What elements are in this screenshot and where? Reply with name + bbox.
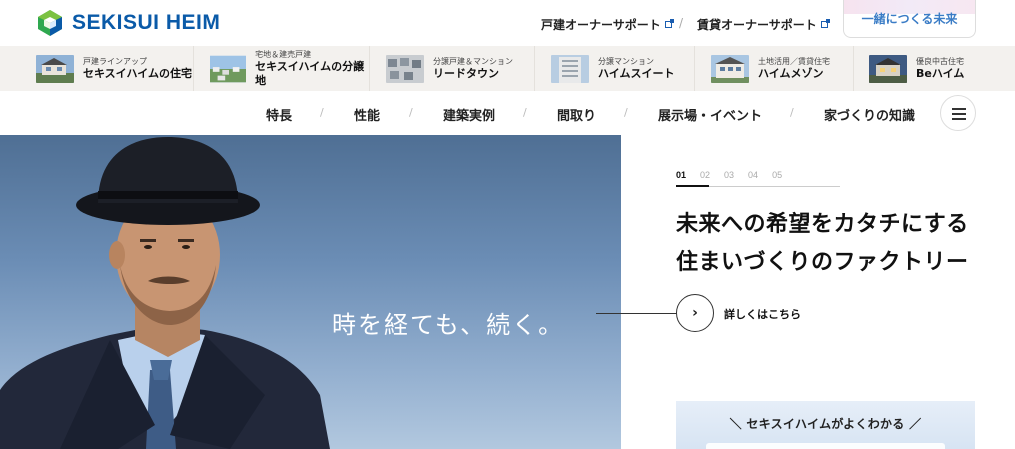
pager-progress-fill bbox=[676, 185, 709, 187]
nav-showroom-events[interactable]: 展示場・イベント bbox=[658, 105, 762, 124]
pager-item[interactable]: 01 bbox=[676, 170, 686, 180]
external-link-icon bbox=[664, 19, 674, 28]
menu-icon bbox=[952, 113, 966, 115]
product-line-sub: 分譲マンション bbox=[598, 56, 654, 66]
product-line-sub: 優良中古住宅 bbox=[916, 56, 964, 66]
used-house-thumbnail-icon bbox=[869, 54, 907, 83]
product-line-strip: 戸建ラインアップ セキスイハイムの住宅 宅地＆建売戸建 セキスイハイムの分譲地 … bbox=[0, 46, 1015, 91]
hero-copy-text: 時を経ても、続く。 bbox=[332, 311, 565, 339]
separator: / bbox=[523, 106, 527, 119]
separator: / bbox=[624, 106, 628, 119]
product-line-title: Beハイム bbox=[916, 66, 965, 80]
rental-support-link[interactable]: 賃貸オーナーサポート bbox=[697, 16, 830, 33]
hero-headline: 未来への希望をカタチにする 住まいづくりのファクトリー bbox=[676, 206, 969, 282]
product-line-title: リードタウン bbox=[433, 66, 499, 80]
menu-icon bbox=[952, 118, 966, 120]
cta-connector-line bbox=[596, 313, 678, 314]
cta-arrow-button[interactable]: › bbox=[676, 294, 714, 332]
external-link-icon bbox=[820, 19, 830, 28]
future-together-label: 一緒につくる未来 bbox=[861, 12, 958, 26]
product-line-title: セキスイハイムの住宅 bbox=[83, 66, 193, 80]
chevron-right-icon: › bbox=[692, 305, 698, 321]
product-line-sub: 戸建ラインアップ bbox=[83, 56, 147, 66]
separator: / bbox=[409, 106, 413, 119]
rental-support-label: 賃貸オーナーサポート bbox=[697, 18, 817, 32]
logo-text: SEKISUI HEIM bbox=[72, 11, 221, 34]
sekisui-logo-icon bbox=[38, 10, 62, 36]
menu-icon bbox=[952, 108, 966, 110]
house-thumbnail-icon bbox=[36, 54, 74, 83]
product-line-item[interactable]: 土地活用／賃貸住宅 ハイムメゾン bbox=[695, 46, 854, 91]
product-line-sub: 土地活用／賃貸住宅 bbox=[758, 56, 830, 66]
pager-item[interactable]: 04 bbox=[748, 170, 758, 180]
nav-knowledge[interactable]: 家づくりの知識 bbox=[824, 105, 915, 124]
separator: / bbox=[320, 106, 324, 119]
product-line-item[interactable]: 宅地＆建売戸建 セキスイハイムの分譲地 bbox=[194, 46, 370, 91]
apartment-thumbnail-icon bbox=[711, 54, 749, 83]
hero-portrait-illustration bbox=[0, 137, 330, 449]
nav-performance[interactable]: 性能 bbox=[354, 105, 380, 124]
hamburger-menu-button[interactable] bbox=[940, 95, 976, 131]
product-line-title: セキスイハイムの分譲地 bbox=[255, 59, 365, 87]
product-line-item[interactable]: 分譲戸建＆マンション リードタウン bbox=[370, 46, 535, 91]
hero-headline-line: 未来への希望をカタチにする bbox=[676, 212, 969, 237]
logo[interactable]: SEKISUI HEIM bbox=[36, 9, 220, 37]
pager-item[interactable]: 02 bbox=[700, 170, 710, 180]
promo-banner-title: ＼ セキスイハイムがよくわかる ／ bbox=[729, 417, 922, 431]
nav-features[interactable]: 特長 bbox=[266, 105, 292, 124]
product-line-title: ハイムメゾン bbox=[758, 66, 824, 80]
mansion-thumbnail-icon bbox=[551, 54, 589, 83]
owner-support-link[interactable]: 戸建オーナーサポート bbox=[541, 16, 674, 33]
pager-item[interactable]: 03 bbox=[724, 170, 734, 180]
product-line-item[interactable]: 戸建ラインアップ セキスイハイムの住宅 bbox=[0, 46, 194, 91]
future-together-button[interactable]: 一緒につくる未来 bbox=[843, 0, 976, 38]
hero-headline-line: 住まいづくりのファクトリー bbox=[676, 250, 969, 275]
promo-banner[interactable]: ＼ セキスイハイムがよくわかる ／ bbox=[676, 401, 975, 449]
hero-image[interactable]: 時を経ても、続く。 bbox=[0, 135, 621, 449]
pager-item[interactable]: 05 bbox=[772, 170, 782, 180]
nav-floorplans[interactable]: 間取り bbox=[557, 105, 596, 124]
promo-banner-illustration bbox=[706, 443, 945, 449]
product-line-sub: 分譲戸建＆マンション bbox=[433, 56, 513, 66]
owner-support-label: 戸建オーナーサポート bbox=[541, 18, 661, 32]
product-line-item[interactable]: 優良中古住宅 Beハイム bbox=[854, 46, 1015, 91]
product-line-item[interactable]: 分譲マンション ハイムスイート bbox=[535, 46, 695, 91]
separator: / bbox=[679, 16, 684, 30]
nav-examples[interactable]: 建築実例 bbox=[443, 105, 495, 124]
separator: / bbox=[790, 106, 794, 119]
town-thumbnail-icon bbox=[386, 54, 424, 83]
product-line-sub: 宅地＆建売戸建 bbox=[255, 49, 312, 59]
subdivision-thumbnail-icon bbox=[210, 55, 247, 82]
product-line-title: ハイムスイート bbox=[598, 66, 675, 80]
slide-pager: 01 02 03 04 05 bbox=[676, 170, 782, 180]
main-nav: 特長 / 性能 / 建築実例 / 間取り / 展示場・イベント / 家づくりの知… bbox=[0, 91, 1015, 135]
top-bar: SEKISUI HEIM 戸建オーナーサポート / 賃貸オーナーサポート 一緒に… bbox=[0, 0, 1015, 46]
cta-link[interactable]: 詳しくはこちら bbox=[724, 306, 801, 322]
